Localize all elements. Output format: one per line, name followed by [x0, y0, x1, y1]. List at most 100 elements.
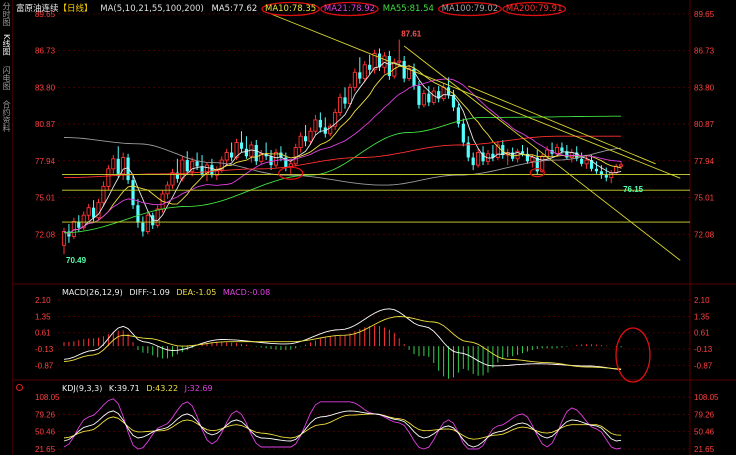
price-annotation: 76.15 — [623, 185, 644, 194]
macd-tick-left: 1.35 — [35, 312, 51, 321]
candle-body — [273, 152, 279, 166]
macd-tick-left: -0.13 — [35, 345, 54, 354]
candle-body — [254, 145, 258, 162]
candle-body — [476, 152, 481, 166]
candle-body — [111, 158, 116, 170]
candle-body — [530, 157, 535, 162]
candle-body — [155, 208, 160, 226]
tab-flash[interactable]: 闪电图 — [1, 66, 11, 90]
macd-name: MACD(26,12,9) — [62, 288, 123, 297]
price-tick-left: 86.73 — [35, 47, 56, 56]
candle-body — [441, 86, 446, 100]
macd-legend: MACD(26,12,9) DIFF:-1.09 DEA:-1.05 MACD:… — [62, 288, 274, 297]
price-annotation: 70.49 — [66, 256, 87, 265]
ma-indicator-label: MA(5,10,21,55,100,200) — [100, 4, 204, 14]
kdj-tick-right: 79.26 — [694, 410, 715, 419]
settings-marker-icon[interactable] — [16, 384, 23, 391]
macd-dea-line — [63, 316, 622, 370]
candle-body — [101, 185, 106, 204]
candle-body — [165, 184, 170, 195]
symbol-title: 富原油连续 — [16, 4, 59, 14]
candle-body — [86, 207, 91, 216]
price-tick-left: 77.94 — [35, 157, 56, 166]
chart-window: 87.61 70.49 76.15 89.65 89.65 86.73 86.73 83.8… — [0, 0, 736, 455]
candle-body — [431, 90, 436, 103]
candle-body — [269, 156, 273, 166]
candle-body — [230, 152, 234, 158]
kdj-tick-left: 79.26 — [35, 410, 56, 419]
ma21-value: MA21:78.92 — [323, 4, 376, 14]
price-tick-right: 72.08 — [694, 230, 715, 239]
tab-time-sharing[interactable]: 分时图 — [1, 2, 11, 26]
candle-body — [594, 168, 599, 172]
candle-body — [308, 130, 313, 142]
kdj-d: D:43.22 — [146, 384, 179, 393]
candle-body — [584, 159, 589, 165]
price-tick-right: 80.87 — [694, 120, 715, 129]
candle-body — [347, 86, 352, 105]
price-tick-right: 83.80 — [694, 83, 715, 92]
main-legend: 富原油连续【日线】 MA(5,10,21,55,100,200) MA5:77.… — [16, 2, 567, 14]
price-tick-left: 83.80 — [35, 83, 56, 92]
kdj-legend: KDJ(9,3,3) K:39.71 D:43.22 J:32.69 — [62, 384, 217, 393]
ma100-line — [63, 137, 622, 186]
kdj-j: J:32.69 — [184, 384, 213, 393]
candle-body — [136, 205, 140, 223]
moving-average-layer — [63, 61, 622, 235]
macd-tick-left: -0.87 — [35, 361, 54, 370]
candle-body — [362, 64, 367, 80]
macd-tick-right: 0.61 — [694, 329, 710, 338]
ma200-value: MA200:79.91 — [505, 4, 563, 14]
trendline — [270, 13, 681, 179]
macd-value: MACD:-0.08 — [222, 288, 271, 297]
candle-body — [210, 165, 214, 176]
macd-tick-right: -0.13 — [694, 345, 713, 354]
candle-body — [239, 142, 244, 149]
macd-tick-left: 2.10 — [35, 296, 51, 305]
macd-diff: DIFF:-1.09 — [129, 288, 170, 297]
macd-tick-right: -0.87 — [694, 361, 713, 370]
price-tick-left: 80.87 — [35, 120, 56, 129]
candle-body — [417, 86, 421, 105]
kdj-tick-left: 50.46 — [35, 428, 56, 437]
candle-body — [421, 93, 426, 106]
macd-tick-right: 2.10 — [694, 296, 710, 305]
candle-body — [397, 60, 402, 63]
candle-body — [298, 135, 303, 148]
candle-body — [145, 214, 150, 232]
ma5-line — [63, 61, 622, 235]
price-tick-right: 89.65 — [694, 10, 715, 19]
candle-body — [580, 158, 584, 164]
candle-body — [185, 160, 189, 172]
price-tick-right: 86.73 — [694, 47, 715, 56]
candle-body — [61, 231, 67, 246]
macd-tick-right: 1.35 — [694, 312, 710, 321]
candle-body — [471, 157, 475, 166]
vertical-tab-strip: 分时图 K线图 闪电图 合约资料 — [0, 0, 13, 455]
candle-body — [180, 159, 185, 180]
tab-kline[interactable]: K线图 — [1, 34, 11, 55]
candle-body — [382, 55, 387, 68]
candle-body — [560, 147, 564, 152]
candle-body — [358, 72, 362, 79]
trendline — [403, 45, 681, 261]
candle-body — [343, 97, 347, 104]
candle-body — [293, 147, 298, 165]
kdj-k: K:39.71 — [108, 384, 140, 393]
macd-highlight-ellipse — [615, 327, 651, 383]
candle-body — [200, 166, 204, 174]
kdj-tick-right: 108.05 — [694, 393, 719, 402]
candle-body — [619, 164, 624, 167]
kdj-tick-left: 108.05 — [35, 393, 60, 402]
candle-body — [427, 93, 431, 103]
ma5-value: MA5:77.62 — [211, 4, 258, 14]
tab-contract-info[interactable]: 合约资料 — [1, 100, 11, 132]
candle-body — [141, 222, 145, 232]
kdj-j-line — [63, 398, 622, 450]
period-label[interactable]: 【日线】 — [59, 4, 93, 14]
candle-body — [106, 168, 111, 187]
macd-dea: DEA:-1.05 — [176, 288, 217, 297]
candle-body — [131, 180, 135, 206]
ma10-value: MA10:78.35 — [265, 4, 317, 14]
price-annotation: 87.61 — [401, 30, 422, 39]
